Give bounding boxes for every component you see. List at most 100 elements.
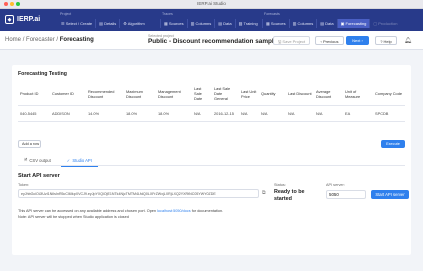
breadcrumb-forecaster[interactable]: Forecaster bbox=[26, 37, 55, 43]
token-label: Token: bbox=[18, 183, 30, 187]
nav-item-forecasts-data[interactable]: ▤ Data bbox=[316, 19, 336, 28]
api-note-text: This API server can be accessed on any a… bbox=[18, 209, 158, 213]
column-header: Unit of Measure bbox=[343, 83, 373, 106]
nav-item-select-create[interactable]: ☰ Select / Create bbox=[58, 19, 95, 28]
nav-item-production[interactable]: ▢ Production bbox=[369, 19, 400, 28]
nav-item-label: Algorithm bbox=[127, 21, 145, 26]
window-title: IERP.ai Studio bbox=[197, 1, 226, 6]
nav-item-label: Columns bbox=[297, 21, 314, 26]
save-project-label: Save Project bbox=[282, 39, 306, 44]
execute-button[interactable]: Execute bbox=[381, 140, 405, 148]
check-icon: ✓ bbox=[66, 157, 71, 163]
column-header: Company Code bbox=[373, 83, 405, 106]
window-titlebar: IERP.ai Studio bbox=[0, 0, 423, 9]
tab-label: Studio API bbox=[72, 157, 92, 163]
nav-item-label: Details bbox=[104, 21, 117, 26]
nav-item-label: Data bbox=[223, 21, 232, 26]
add-row-button[interactable]: Add a row bbox=[18, 140, 41, 148]
table-cell[interactable]: ADDISON bbox=[50, 105, 86, 122]
table-cell[interactable]: N/A bbox=[239, 105, 259, 122]
notifications-icon[interactable]: 🔔︎ bbox=[404, 37, 412, 44]
next-button[interactable]: Next › bbox=[346, 36, 369, 45]
table-cell[interactable]: N/A bbox=[286, 105, 314, 122]
output-tabs: 🗎 CSV output ✓ Studio API bbox=[18, 156, 98, 167]
nav-item-forecasts-columns[interactable]: ▥ Columns bbox=[288, 19, 317, 28]
nav-item-traces-columns[interactable]: ▥ Columns bbox=[186, 19, 215, 28]
table-cell[interactable]: N/A bbox=[314, 105, 343, 122]
table-cell[interactable]: 040-5445 bbox=[18, 105, 50, 122]
tab-label: CSV output bbox=[29, 158, 51, 163]
table-cell[interactable]: 2016-12-15 bbox=[212, 105, 239, 122]
table-cell[interactable]: 18.0% bbox=[156, 105, 192, 122]
table-cell[interactable]: EA bbox=[343, 105, 373, 122]
nav-item-traces-sources[interactable]: ▦ Sources bbox=[160, 19, 187, 28]
column-header: Last Discount bbox=[286, 83, 314, 106]
app-window: IERP.ai Studio ◆ IERP.ai Project ☰ Selec… bbox=[0, 0, 423, 271]
table-cell[interactable]: SPCDB bbox=[373, 105, 405, 122]
top-navigation: ◆ IERP.ai Project ☰ Select / Create ▤ De… bbox=[0, 9, 423, 31]
breadcrumb-current: Forecasting bbox=[59, 37, 94, 43]
start-api-server-button[interactable]: Start API server bbox=[371, 190, 409, 199]
column-header: Customer ID bbox=[50, 83, 86, 106]
nav-item-label: Data bbox=[325, 21, 334, 26]
column-header: Recommended Discount bbox=[86, 83, 124, 106]
page-header: Home / Forecaster / Forecasting Selected… bbox=[0, 31, 423, 50]
api-note-text: for documentation. bbox=[190, 209, 224, 213]
nav-item-label: Columns bbox=[195, 21, 212, 26]
help-button[interactable]: ? Help bbox=[375, 36, 397, 45]
nav-item-label: Sources bbox=[168, 21, 184, 26]
nav-item-label: Training bbox=[243, 21, 258, 26]
status-value: Ready to be started bbox=[274, 189, 305, 202]
table-cell[interactable]: 18.0% bbox=[124, 105, 156, 122]
table-row: 040-5445 ADDISON 14.0% 18.0% 18.0% N/A 2… bbox=[18, 105, 405, 122]
previous-button[interactable]: ‹ Previous bbox=[315, 36, 344, 45]
nav-item-label: Sources bbox=[270, 21, 286, 26]
column-header: Average Discount bbox=[314, 83, 343, 106]
nav-item-details[interactable]: ▤ Details bbox=[95, 19, 119, 28]
nav-group-label: Traces bbox=[162, 12, 173, 16]
table-cell[interactable]: 14.0% bbox=[86, 105, 124, 122]
nav-group-label: Forecasts bbox=[264, 12, 280, 16]
previous-label: Previous bbox=[322, 39, 339, 44]
nav-item-traces-data[interactable]: ▤ Data bbox=[214, 19, 234, 28]
save-project-button[interactable]: 🖫 Save Project bbox=[273, 36, 310, 45]
table-header-row: Product ID Customer ID Recommended Disco… bbox=[18, 83, 405, 106]
table-cell[interactable]: N/A bbox=[192, 105, 212, 122]
file-icon: 🗎 bbox=[24, 157, 28, 162]
column-header: Product ID bbox=[18, 83, 50, 106]
nav-item-label: Forecasting bbox=[345, 21, 367, 26]
card-title: Forecasting Testing bbox=[18, 71, 67, 77]
nav-item-training[interactable]: ▧ Training bbox=[234, 19, 261, 28]
column-header: Quantity bbox=[259, 83, 286, 106]
nav-item-algorithm[interactable]: ⚙ Algorithm bbox=[119, 19, 147, 28]
api-note-stop: Note: API server will be stopped when St… bbox=[18, 215, 129, 219]
column-header: Maximum Discount bbox=[124, 83, 156, 106]
nav-item-forecasts-sources[interactable]: ▦ Sources bbox=[262, 19, 289, 28]
breadcrumb-separator: / bbox=[56, 37, 59, 43]
tab-csv-output[interactable]: 🗎 CSV output bbox=[18, 156, 57, 167]
nav-group-forecasts: Forecasts ▦ Sources ▥ Columns ▤ Data ▣ F… bbox=[262, 12, 400, 28]
column-header: Last Sale Date bbox=[192, 83, 212, 106]
docs-link[interactable]: localhost:5050/docs bbox=[157, 209, 191, 213]
column-header: Last Unit Price bbox=[239, 83, 259, 106]
api-note-docs: This API server can be accessed on any a… bbox=[18, 209, 223, 213]
nav-item-forecasting[interactable]: ▣ Forecasting bbox=[336, 19, 370, 28]
breadcrumb: Home / Forecaster / Forecasting bbox=[5, 37, 94, 43]
column-header: Last Sale Date General bbox=[212, 83, 239, 106]
logo-text: IERP.ai bbox=[17, 16, 41, 23]
port-label: API server: bbox=[326, 183, 345, 187]
nav-group-traces: Traces ▦ Sources ▥ Columns ▤ Data ▧ Trai… bbox=[160, 12, 261, 28]
forecasting-card: Forecasting Testing Product ID Customer … bbox=[12, 65, 411, 255]
nav-item-label: Select / Create bbox=[65, 21, 93, 26]
copy-icon[interactable]: ⧉ bbox=[262, 190, 266, 196]
tab-studio-api[interactable]: ✓ Studio API bbox=[60, 156, 98, 167]
nav-group-project: Project ☰ Select / Create ▤ Details ⚙ Al… bbox=[58, 12, 148, 28]
breadcrumb-separator: / bbox=[22, 37, 25, 43]
app-logo[interactable]: ◆ IERP.ai bbox=[5, 15, 40, 24]
table-cell[interactable]: N/A bbox=[259, 105, 286, 122]
port-input[interactable]: 5050 bbox=[326, 190, 366, 199]
next-label: Next bbox=[352, 38, 361, 43]
help-label: Help bbox=[383, 39, 392, 44]
token-field[interactable]: eyJhbGciOiJIUzI1NiIsInR5cCI6IkpXVCJ9.eyJ… bbox=[18, 189, 259, 198]
breadcrumb-home[interactable]: Home bbox=[5, 37, 21, 43]
